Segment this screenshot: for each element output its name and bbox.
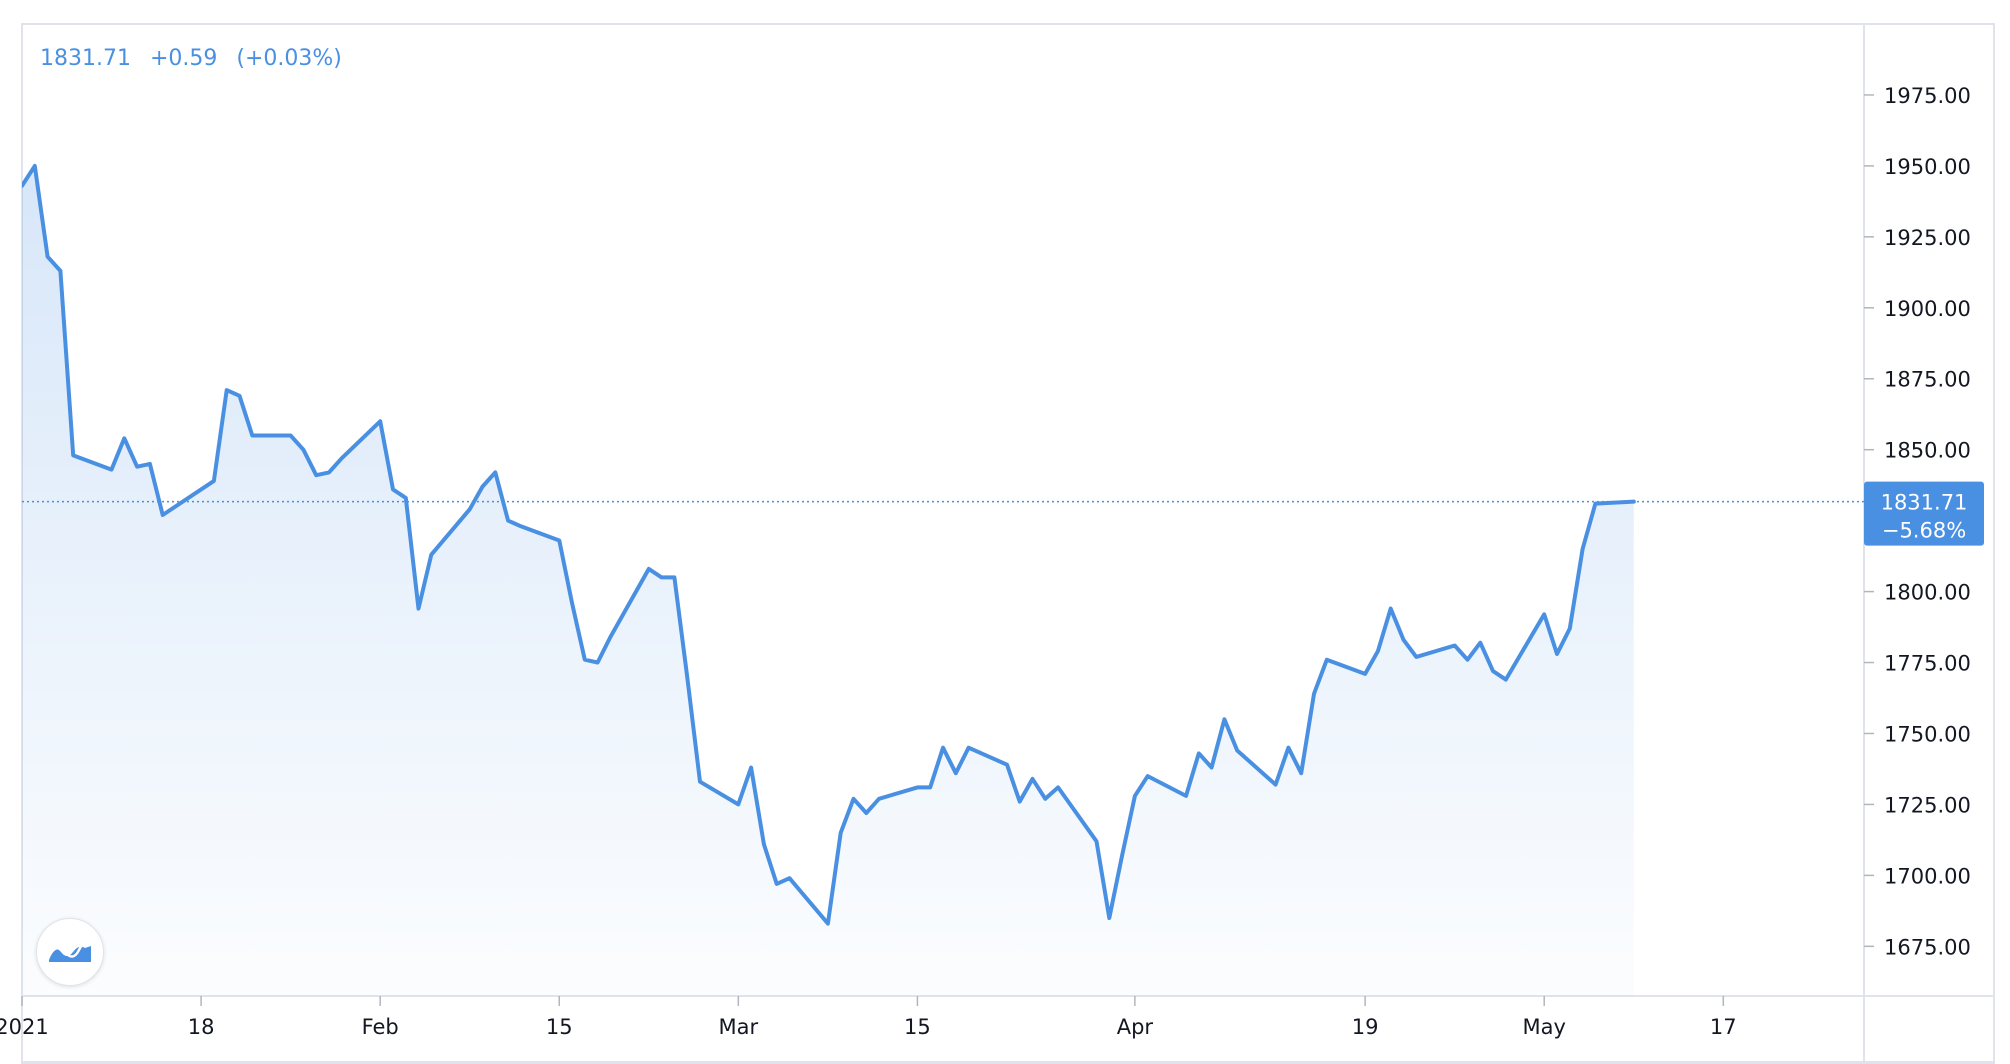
area-fill <box>22 165 1634 996</box>
x-tick-label: 19 <box>1352 1015 1379 1039</box>
price-tag-change: −5.68% <box>1882 519 1966 543</box>
x-tick-label: 17 <box>1710 1015 1737 1039</box>
x-tick-label: Feb <box>362 1015 399 1039</box>
y-tick-label: 1750.00 <box>1884 722 1971 746</box>
y-tick-label: 1725.00 <box>1884 793 1971 817</box>
price-tag-layer: 1831.71 −5.68% <box>1864 481 1984 546</box>
price-chart[interactable]: 1675.00 1700.00 1725.00 1750.00 1775.00 1800.… <box>0 0 2010 1064</box>
price-tag-value: 1831.71 <box>1881 491 1968 515</box>
x-tick-label: 2021 <box>0 1015 49 1039</box>
y-tick-label: 1800.00 <box>1884 581 1971 605</box>
y-tick-label: 1925.00 <box>1884 226 1971 250</box>
x-tick-label: 18 <box>188 1015 215 1039</box>
y-tick-label: 1850.00 <box>1884 439 1971 463</box>
x-tick-label: May <box>1522 1015 1565 1039</box>
y-tick-label: 1675.00 <box>1884 935 1971 959</box>
time-axis[interactable]: 2021 18 Feb 15 Mar 15 Apr 19 May 17 <box>0 996 1737 1039</box>
legend-price: 1831.71 <box>40 46 131 71</box>
y-tick-label: 1775.00 <box>1884 652 1971 676</box>
x-tick-label: Mar <box>719 1015 759 1039</box>
y-tick-label: 1875.00 <box>1884 368 1971 392</box>
tradingview-logo-button[interactable] <box>36 918 104 986</box>
plot-area[interactable] <box>22 163 1864 996</box>
x-tick-label: Apr <box>1117 1015 1154 1039</box>
x-tick-label: 15 <box>546 1015 573 1039</box>
chart-frame: 1675.00 1700.00 1725.00 1750.00 1775.00 1800.… <box>0 0 2010 1064</box>
legend-change-pct: (+0.03%) <box>236 46 342 71</box>
y-tick-label: 1700.00 <box>1884 864 1971 888</box>
y-tick-label: 1975.00 <box>1884 84 1971 108</box>
wave-chart-icon <box>47 940 92 962</box>
y-tick-label: 1900.00 <box>1884 297 1971 321</box>
series-legend: 1831.71 +0.59 (+0.03%) <box>40 46 354 71</box>
y-tick-label: 1950.00 <box>1884 155 1971 179</box>
legend-change: +0.59 <box>149 46 218 71</box>
x-tick-label: 15 <box>904 1015 931 1039</box>
